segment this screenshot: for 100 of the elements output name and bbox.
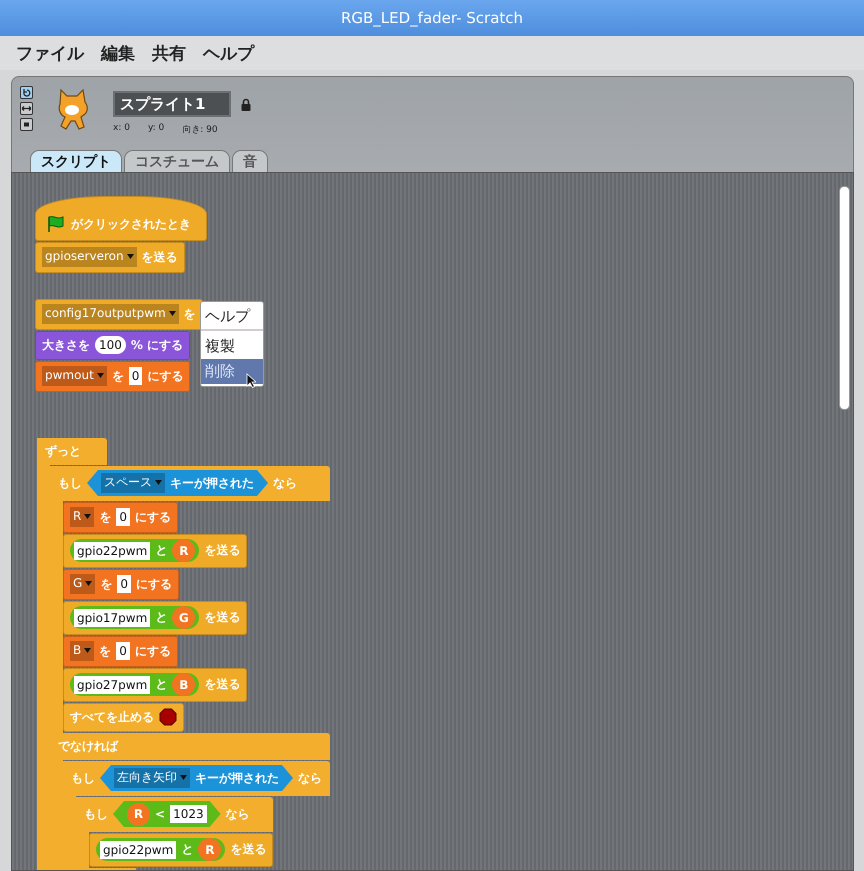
block-label: <: [155, 807, 166, 821]
block-label: を: [184, 306, 196, 322]
condition-block[interactable]: 左向き矢印 キーが押された: [100, 765, 293, 791]
c-block[interactable]: もし 左向き矢印 キーが押された なら もし R < 1023 なら gpio22pwm と R を送る: [63, 761, 330, 870]
flip-icon[interactable]: [20, 102, 33, 115]
block-label: R: [205, 842, 214, 856]
reporter-block[interactable]: gpio17pwm と G: [70, 606, 200, 629]
menu-item[interactable]: 編集: [101, 42, 135, 64]
block-label: ずっと: [45, 442, 81, 460]
command-block[interactable]: pwmout を 0 にする: [35, 361, 190, 392]
number-field[interactable]: 100: [95, 336, 126, 354]
block-label: もし: [58, 474, 82, 492]
block-label: もし: [84, 806, 108, 822]
command-block[interactable]: B を 0 にする: [63, 636, 178, 667]
block-label: もし: [71, 770, 95, 786]
block-label: なら: [273, 474, 297, 492]
block-label: 大きさを: [42, 336, 90, 354]
text-field[interactable]: 0: [116, 508, 130, 526]
reporter-block[interactable]: gpio22pwm と R: [70, 539, 200, 562]
block-label: と: [155, 609, 168, 626]
condition-block[interactable]: R < 1023: [113, 801, 221, 827]
reporter-block[interactable]: gpio22pwm と R: [96, 838, 226, 861]
block-label: を: [100, 576, 112, 592]
scroll-bar[interactable]: [839, 186, 850, 410]
block-label: なら: [226, 806, 250, 822]
block-label: がクリックされたとき: [71, 216, 191, 232]
block-label: % にする: [130, 336, 184, 354]
block-label: G: [178, 610, 189, 624]
c-block[interactable]: もし スペース キーが押された なら R を 0 にする gpio22pwm と R を送る G を 0 にする gpio17pwm と G を送る B を 0 にする gpio27pwm と B を送る すべてを止める でなければ もし 左向き矢印 キーが押された なら もし R < 1023 なら gpio22pwm と R を送る: [50, 466, 330, 870]
menu-item[interactable]: 削除: [201, 359, 263, 384]
text-field[interactable]: 0: [116, 642, 130, 660]
menu-item[interactable]: ファイル: [16, 42, 84, 64]
name-field[interactable]: スプライト1: [113, 91, 231, 117]
block-label: を: [99, 642, 112, 660]
caret-icon: [84, 514, 92, 518]
block-label: にする: [134, 642, 171, 660]
block-label: すべてを止める: [70, 708, 154, 726]
text-field[interactable]: 0: [128, 367, 142, 385]
reporter-block[interactable]: gpio27pwm と B: [70, 673, 200, 696]
dropdown-menu[interactable]: 左向き矢印: [114, 768, 190, 788]
block-label: と: [155, 542, 168, 559]
block-label: を送る: [204, 542, 240, 559]
block-label: と: [155, 676, 168, 693]
menu-item[interactable]: 複製: [201, 334, 263, 359]
block-label: にする: [136, 576, 172, 592]
tab[interactable]: 音: [232, 150, 268, 172]
command-block[interactable]: 大きさを 100 % にする: [35, 331, 190, 360]
block-label: B: [179, 678, 188, 692]
block-label: なら: [298, 770, 322, 786]
text-field[interactable]: 0: [117, 575, 131, 593]
flag-icon: [46, 215, 66, 233]
block-label: にする: [134, 508, 171, 526]
command-block[interactable]: G を 0 にする: [63, 569, 179, 600]
block-label: でなければ: [58, 738, 118, 754]
block-label: キーが押された: [195, 770, 279, 786]
block-label: キーが押された: [170, 474, 254, 492]
c-block[interactable]: ずっと もし スペース キーが押された なら R を 0 にする gpio22pwm と R を送る G を 0 にする gpio17pwm と G を送る B を 0 にする gpio27pwm と B を送る すべてを止める でなければ もし 左向き矢印 キーが押された なら もし R < 1023 なら gpio22pwm と R を送る: [37, 438, 330, 870]
menu-item[interactable]: 共有: [152, 42, 186, 64]
block-label: を送る: [204, 676, 240, 693]
caret-icon: [84, 648, 92, 652]
block-label: と: [181, 841, 194, 858]
dropdown-menu[interactable]: B: [70, 641, 94, 661]
block-label: を送る: [204, 609, 240, 626]
text-field[interactable]: gpio22pwm: [74, 542, 150, 560]
caret-icon: [180, 774, 187, 780]
caret-icon: [96, 372, 104, 378]
block-label: を送る: [142, 248, 178, 266]
command-block[interactable]: gpio27pwm と B を送る: [63, 668, 248, 702]
caret-icon: [168, 310, 176, 316]
dropdown-menu[interactable]: G: [70, 574, 96, 594]
command-block[interactable]: gpio22pwm と R を送る: [63, 534, 248, 568]
text-field[interactable]: 1023: [170, 805, 207, 823]
lock-icon: [241, 98, 251, 110]
menu-item[interactable]: ヘルプ: [203, 42, 254, 64]
block-label: R: [179, 544, 188, 558]
dropdown-menu[interactable]: pwmout: [42, 366, 107, 386]
block-label: にする: [147, 368, 184, 384]
command-block[interactable]: R を 0 にする: [63, 502, 178, 533]
c-block[interactable]: もし R < 1023 なら gpio22pwm と R を送る: [76, 797, 274, 870]
block-label: を: [112, 368, 124, 384]
block-label: R: [134, 807, 144, 821]
menu-item[interactable]: ヘルプ: [201, 304, 263, 331]
block-label: を送る: [230, 841, 266, 858]
x-position: x: 0: [113, 123, 130, 135]
text-field[interactable]: gpio22pwm: [100, 840, 176, 858]
command-block[interactable]: gpio22pwm と R を送る: [89, 833, 274, 867]
caret-icon: [126, 254, 134, 258]
text-field[interactable]: gpio17pwm: [74, 608, 150, 626]
dropdown-menu[interactable]: スペース: [101, 473, 165, 493]
command-block[interactable]: gpio17pwm と G を送る: [63, 601, 248, 635]
text-field[interactable]: gpio27pwm: [74, 676, 150, 694]
direction-value: 向き: 90: [182, 124, 218, 136]
tab[interactable]: スクリプト: [30, 150, 122, 172]
block-label: を: [99, 508, 112, 526]
condition-block[interactable]: スペース キーが押された: [87, 470, 268, 496]
tab[interactable]: コスチューム: [124, 150, 230, 172]
stop-icon: [159, 708, 177, 726]
caret-icon: [85, 580, 92, 586]
rotate-icon[interactable]: [20, 86, 33, 99]
dropdown-menu[interactable]: R: [70, 507, 94, 527]
